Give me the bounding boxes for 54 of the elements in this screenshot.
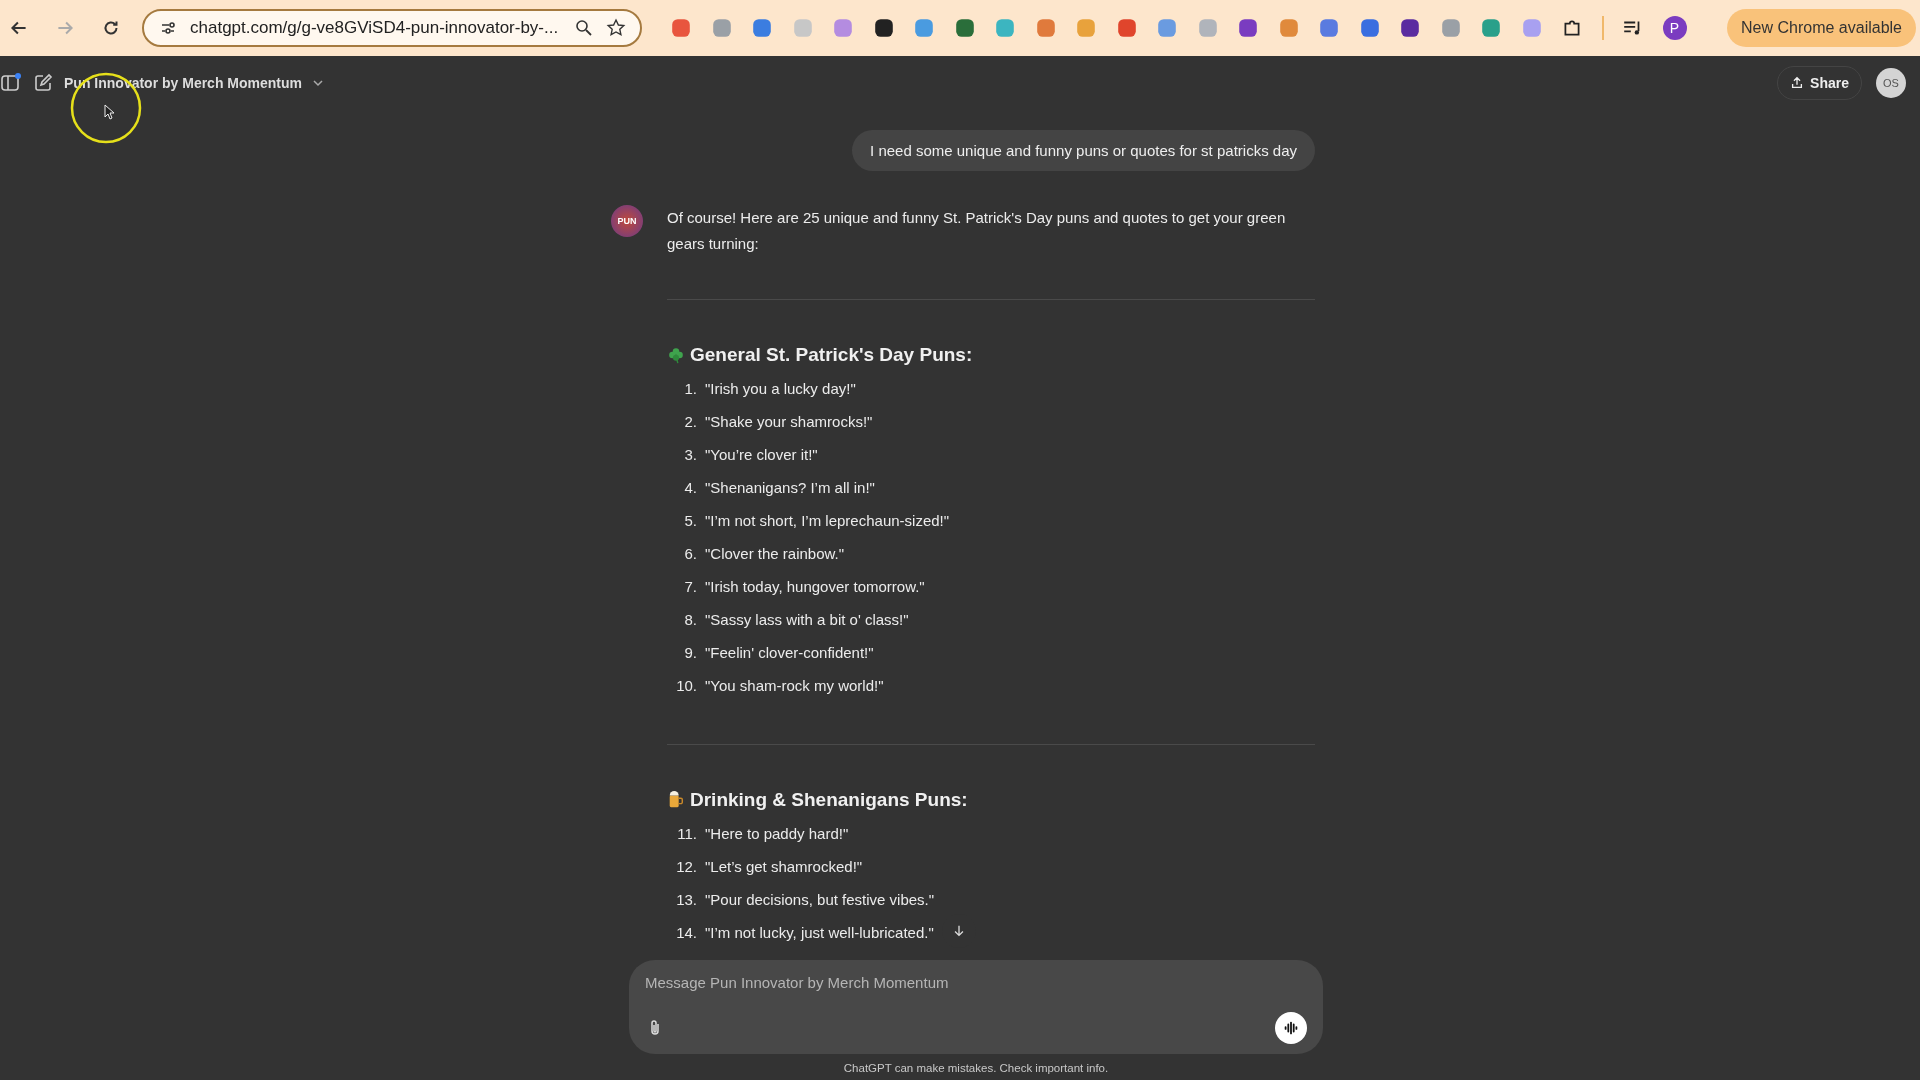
- pun-text: "You’re clover it!": [705, 446, 818, 463]
- voice-mode-button[interactable]: [1275, 1012, 1307, 1044]
- pun-text: "You sham-rock my world!": [705, 677, 884, 694]
- message-input[interactable]: Message Pun Innovator by Merch Momentum: [645, 974, 1307, 991]
- gpt-avatar: PUN: [611, 205, 643, 237]
- beer-mug-icon: [667, 791, 685, 809]
- mouse-cursor-icon: [104, 104, 116, 120]
- list-number: 12.: [675, 858, 697, 875]
- share-icon: [1790, 76, 1805, 90]
- profile-avatar[interactable]: P: [1662, 16, 1687, 40]
- list-number: 6.: [683, 545, 697, 562]
- list-number: 10.: [675, 677, 697, 694]
- pun-text: "Here to paddy hard!": [705, 825, 849, 842]
- list-number: 3.: [683, 446, 697, 463]
- list-number: 14.: [675, 924, 697, 941]
- pun-text: "Feelin' clover-confident!": [705, 644, 874, 661]
- zoom-icon[interactable]: [574, 18, 594, 38]
- pun-text: "Pour decisions, but festive vibes.": [705, 891, 935, 908]
- list-number: 5.: [683, 512, 697, 529]
- share-button[interactable]: Share: [1777, 66, 1862, 100]
- section-heading: Drinking & Shenanigans Puns:: [690, 789, 968, 811]
- extension-icon[interactable]: [1399, 17, 1421, 39]
- new-chat-icon[interactable]: [32, 72, 54, 94]
- list-number: 1.: [683, 380, 697, 397]
- disclaimer-text: ChatGPT can make mistakes. Check important info.: [843, 1061, 1109, 1076]
- list-number: 9.: [683, 644, 697, 661]
- user-message: I need some unique and funny puns or quotes for st patricks day: [852, 130, 1315, 171]
- clover-icon: [667, 346, 685, 364]
- sound-wave-icon: [1282, 1019, 1300, 1037]
- assistant-message: Of course! Here are 25 unique and funny St. Patrick's Day puns and quotes to get your green gears turning:: [667, 208, 1287, 254]
- arrow-down-icon: [952, 924, 966, 938]
- update-chrome-button[interactable]: New Chrome available: [1727, 9, 1916, 47]
- pun-text: "Shake your shamrocks!": [705, 413, 873, 430]
- bookmark-star-icon[interactable]: [606, 18, 626, 38]
- pun-text: "I’m not lucky, just well-lubricated.": [705, 924, 934, 941]
- list-number: 2.: [683, 413, 697, 430]
- pun-text: "I’m not short, I’m leprechaun-sized!": [705, 512, 950, 529]
- sidebar-toggle-icon[interactable]: [0, 72, 22, 94]
- list-number: 11.: [676, 825, 697, 842]
- chevron-down-icon: [312, 77, 324, 89]
- pun-text: "Irish you a lucky day!": [705, 380, 856, 397]
- pun-text: "Clover the rainbow.": [705, 545, 845, 562]
- list-number: 7.: [683, 578, 697, 595]
- pun-text: "Irish today, hungover tomorrow.": [705, 578, 925, 595]
- list-number: 8.: [683, 611, 697, 628]
- pun-text: "Let’s get shamrocked!": [705, 858, 863, 875]
- pun-text: "Sassy lass with a bit o' class!": [705, 611, 909, 628]
- list-number: 4.: [683, 479, 697, 496]
- user-avatar[interactable]: OS: [1876, 68, 1906, 98]
- list-number: 13.: [675, 891, 697, 908]
- extension-icon[interactable]: [872, 17, 895, 39]
- section-heading: General St. Patrick's Day Puns:: [690, 344, 973, 366]
- pun-text: "Shenanigans? I’m all in!": [705, 479, 875, 496]
- address-bar[interactable]: chatgpt.com/g/g-ve8GViSD4-pun-innovator-by-...: [142, 9, 642, 47]
